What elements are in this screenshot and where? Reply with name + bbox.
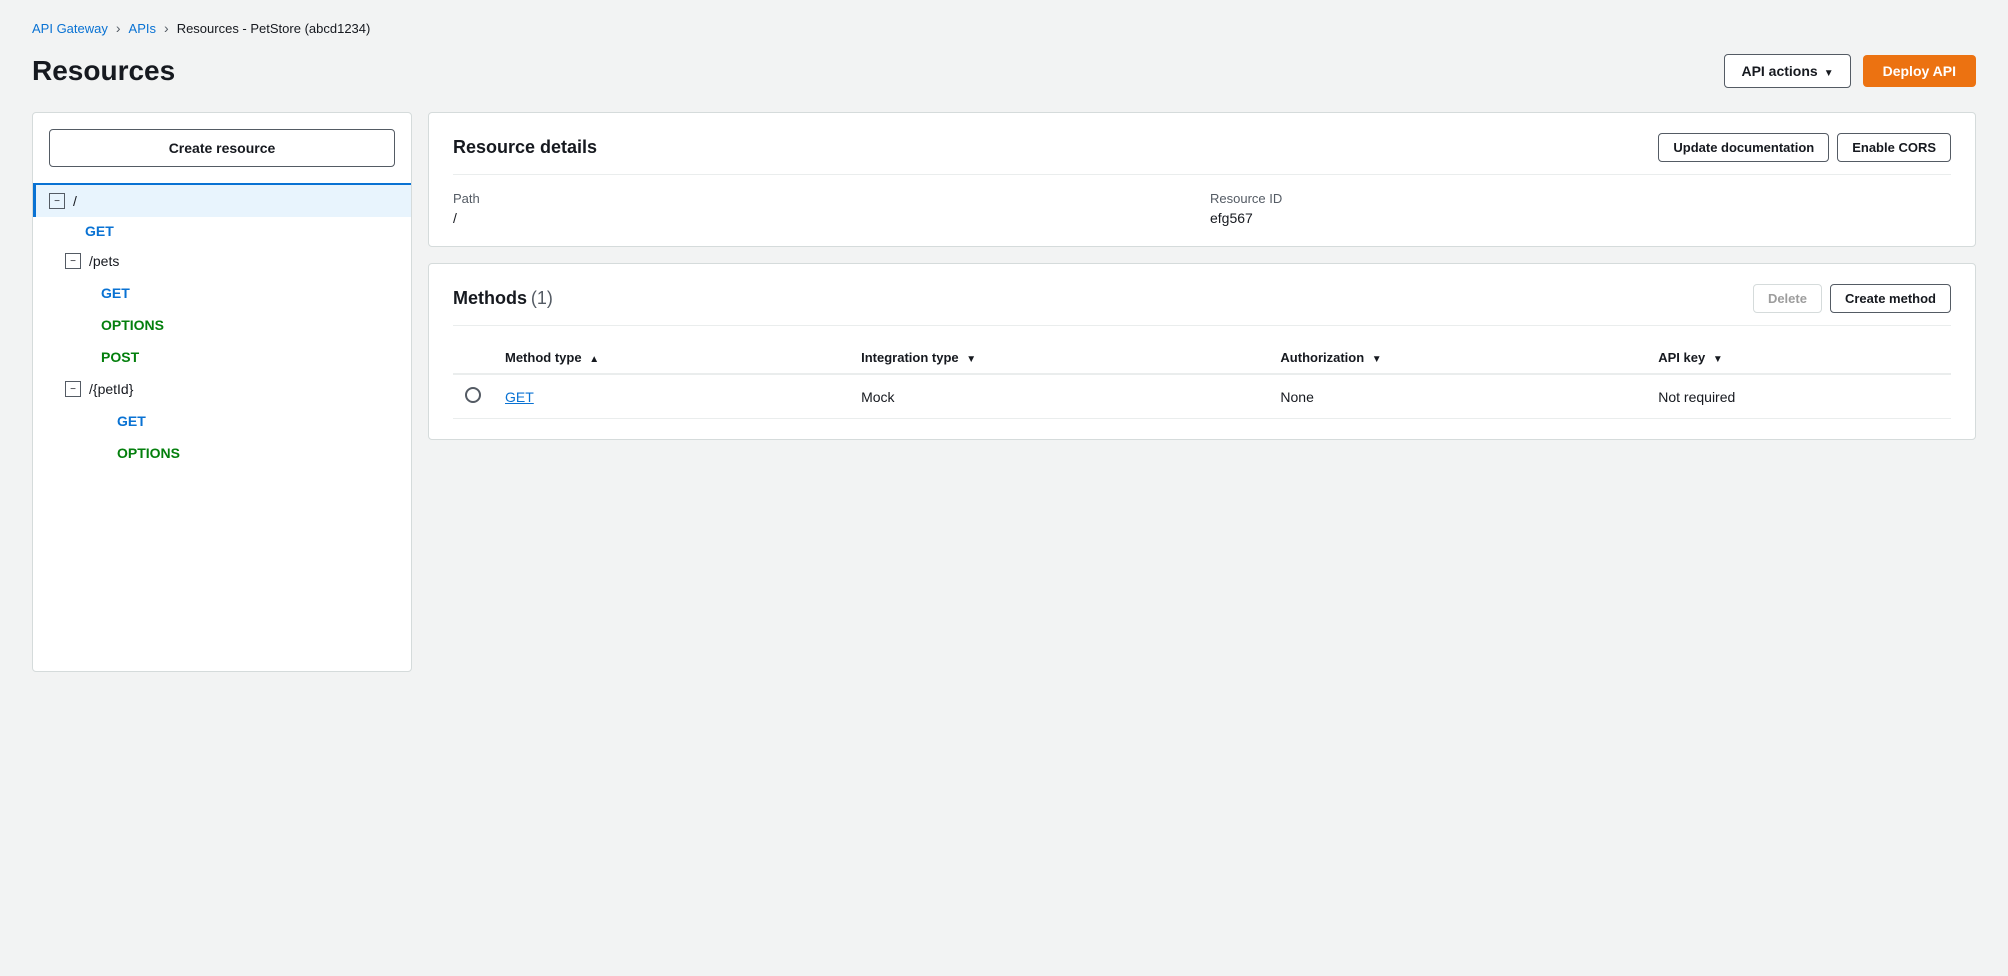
th-method-type-label: Method type [505, 350, 582, 365]
tree-item-petid-get[interactable]: GET [33, 405, 411, 437]
left-panel: Create resource − / GET − /pets [32, 112, 412, 672]
create-method-button[interactable]: Create method [1830, 284, 1951, 313]
th-authorization[interactable]: Authorization [1268, 342, 1646, 374]
row-radio[interactable] [465, 387, 481, 403]
tree-item-pets[interactable]: − /pets [33, 245, 411, 277]
method-label-pets-post: POST [101, 349, 139, 365]
tree-item-root-get[interactable]: GET [33, 217, 411, 245]
resource-id-value: efg567 [1210, 210, 1951, 226]
methods-title-group: Methods (1) [453, 288, 553, 309]
page-header: Resources API actions Deploy API [32, 54, 1976, 88]
sort-api-key-icon [1713, 354, 1723, 365]
right-panel: Resource details Update documentation En… [428, 112, 1976, 440]
td-authorization: None [1268, 374, 1646, 419]
resource-id-field: Resource ID efg567 [1210, 191, 1951, 226]
path-field: Path / [453, 191, 1194, 226]
methods-table-body: GET Mock None Not required [453, 374, 1951, 419]
method-label-petid-options: OPTIONS [117, 445, 180, 461]
page-title: Resources [32, 55, 175, 87]
expand-icon-petid: − [65, 381, 81, 397]
expand-icon-pets: − [65, 253, 81, 269]
breadcrumb-current: Resources - PetStore (abcd1234) [177, 21, 371, 36]
resource-details-header: Resource details Update documentation En… [453, 133, 1951, 175]
breadcrumb-sep-2: › [164, 20, 169, 36]
sort-authorization-icon [1372, 354, 1382, 365]
header-actions: API actions Deploy API [1724, 54, 1976, 88]
path-label: Path [453, 191, 1194, 206]
method-label-root-get: GET [85, 223, 114, 239]
sort-method-type-icon [589, 354, 599, 365]
breadcrumb: API Gateway › APIs › Resources - PetStor… [32, 20, 1976, 36]
tree-label-pets: /pets [89, 253, 119, 269]
tree-item-pets-options[interactable]: OPTIONS [33, 309, 411, 341]
resource-id-label: Resource ID [1210, 191, 1951, 206]
breadcrumb-sep-1: › [116, 20, 121, 36]
resource-details-actions: Update documentation Enable CORS [1658, 133, 1951, 162]
td-method-type: GET [493, 374, 849, 419]
path-value: / [453, 210, 1194, 226]
chevron-down-icon [1824, 63, 1834, 79]
td-integration-type: Mock [849, 374, 1268, 419]
resource-details-card: Resource details Update documentation En… [428, 112, 1976, 247]
td-select [453, 374, 493, 419]
resource-details-title: Resource details [453, 137, 597, 158]
methods-table-header-row: Method type Integration type Authorizati… [453, 342, 1951, 374]
methods-actions: Delete Create method [1753, 284, 1951, 313]
deploy-api-button[interactable]: Deploy API [1863, 55, 1976, 87]
tree-label-root: / [73, 193, 77, 209]
page-container: API Gateway › APIs › Resources - PetStor… [0, 0, 2008, 976]
th-api-key[interactable]: API key [1646, 342, 1951, 374]
method-label-petid-get: GET [117, 413, 146, 429]
enable-cors-button[interactable]: Enable CORS [1837, 133, 1951, 162]
method-label-pets-get: GET [101, 285, 130, 301]
methods-table: Method type Integration type Authorizati… [453, 342, 1951, 419]
tree-label-petid: /{petId} [89, 381, 133, 397]
update-documentation-button[interactable]: Update documentation [1658, 133, 1829, 162]
th-method-type[interactable]: Method type [493, 342, 849, 374]
resource-tree: − / GET − /pets GET OPTIONS [33, 185, 411, 469]
th-integration-type[interactable]: Integration type [849, 342, 1268, 374]
table-row: GET Mock None Not required [453, 374, 1951, 419]
methods-table-head: Method type Integration type Authorizati… [453, 342, 1951, 374]
create-resource-button[interactable]: Create resource [49, 129, 395, 167]
breadcrumb-api-gateway[interactable]: API Gateway [32, 21, 108, 36]
methods-count-num: (1) [531, 288, 553, 308]
tree-item-petid[interactable]: − /{petId} [33, 373, 411, 405]
methods-header: Methods (1) Delete Create method [453, 284, 1951, 326]
tree-item-pets-post[interactable]: POST [33, 341, 411, 373]
th-integration-type-label: Integration type [861, 350, 959, 365]
th-api-key-label: API key [1658, 350, 1705, 365]
th-authorization-label: Authorization [1280, 350, 1364, 365]
sort-integration-type-icon [966, 354, 976, 365]
breadcrumb-apis[interactable]: APIs [129, 21, 156, 36]
api-actions-button[interactable]: API actions [1724, 54, 1850, 88]
th-select [453, 342, 493, 374]
expand-icon-root: − [49, 193, 65, 209]
resource-details-grid: Path / Resource ID efg567 [453, 191, 1951, 226]
methods-title: Methods [453, 288, 527, 308]
td-api-key: Not required [1646, 374, 1951, 419]
method-type-link[interactable]: GET [505, 389, 534, 405]
tree-item-root[interactable]: − / [33, 185, 411, 217]
tree-item-pets-get[interactable]: GET [33, 277, 411, 309]
api-actions-label: API actions [1741, 63, 1817, 79]
delete-method-button[interactable]: Delete [1753, 284, 1822, 313]
main-layout: Create resource − / GET − /pets [32, 112, 1976, 672]
tree-item-petid-options[interactable]: OPTIONS [33, 437, 411, 469]
method-label-pets-options: OPTIONS [101, 317, 164, 333]
methods-card: Methods (1) Delete Create method Method … [428, 263, 1976, 440]
